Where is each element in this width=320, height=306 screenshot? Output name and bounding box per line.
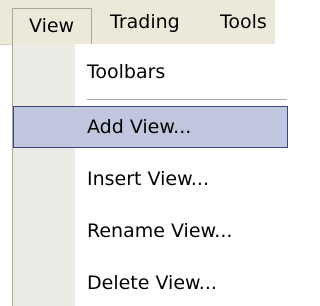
menu-view[interactable]: View <box>12 8 92 45</box>
menu-item-label: Toolbars <box>87 61 166 83</box>
menu-item-label: Insert View... <box>87 168 209 190</box>
menu-item-delete-view[interactable]: Delete View... <box>13 262 276 304</box>
menu-item-toolbars[interactable]: Toolbars <box>13 51 276 93</box>
menu-item-label: Add View... <box>87 116 192 138</box>
menu-trading[interactable]: Trading <box>110 4 180 40</box>
menu-item-rename-view[interactable]: Rename View... <box>13 210 276 252</box>
menu-separator <box>87 99 287 100</box>
view-dropdown-menu: Toolbars Add View... Insert View... Rena… <box>12 44 288 306</box>
menu-item-add-view[interactable]: Add View... <box>13 106 288 148</box>
menu-item-label: Delete View... <box>87 272 217 294</box>
menu-tools[interactable]: Tools <box>220 4 267 40</box>
menu-bar: View Trading Tools <box>0 0 275 45</box>
menu-item-label: Rename View... <box>87 220 233 242</box>
menu-item-insert-view[interactable]: Insert View... <box>13 158 276 200</box>
